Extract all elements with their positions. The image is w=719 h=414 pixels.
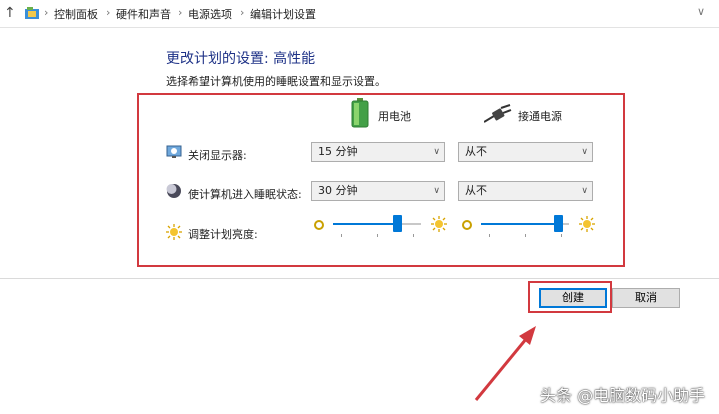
slider-fill	[333, 223, 397, 225]
plug-icon	[484, 104, 512, 123]
page-subtitle: 选择希望计算机使用的睡眠设置和显示设置。	[166, 75, 386, 88]
moon-icon	[166, 184, 181, 198]
chevron-down-icon: ∨	[433, 147, 440, 157]
create-button[interactable]: 创建	[539, 288, 607, 308]
slider-thumb[interactable]	[393, 215, 402, 232]
sun-icon	[166, 224, 182, 240]
brightness-plugged-slider[interactable]	[481, 214, 569, 240]
control-panel-icon	[25, 7, 39, 19]
sleep-label: 使计算机进入睡眠状态:	[188, 188, 302, 201]
chevron-down-icon[interactable]: ∨	[697, 5, 705, 18]
plugged-in-column-header: 接通电源	[518, 110, 562, 123]
slider-tick	[341, 234, 342, 237]
slider-tick	[561, 234, 562, 237]
breadcrumb-item[interactable]: 硬件和声音	[116, 6, 171, 22]
breadcrumb-item[interactable]: 电源选项	[188, 6, 232, 22]
sleep-plugged-select[interactable]: 从不 ∨	[458, 181, 593, 201]
breadcrumb-item[interactable]: 编辑计划设置	[250, 6, 316, 22]
chevron-icon: ›	[44, 6, 49, 19]
sun-dim-icon	[314, 220, 324, 230]
chevron-icon: ›	[240, 6, 245, 19]
sun-dim-icon	[462, 220, 472, 230]
monitor-icon	[166, 145, 182, 158]
display-off-label: 关闭显示器:	[188, 149, 247, 162]
brightness-battery-slider[interactable]	[333, 214, 421, 240]
watermark: 头条 @电脑数码小助手	[540, 386, 706, 405]
page-title: 更改计划的设置: 高性能	[166, 51, 316, 67]
slider-tick	[489, 234, 490, 237]
chevron-icon: ›	[178, 6, 183, 19]
sun-bright-icon	[579, 216, 595, 232]
select-value: 从不	[465, 145, 487, 158]
display-off-plugged-select[interactable]: 从不 ∨	[458, 142, 593, 162]
breadcrumb-item[interactable]: 控制面板	[54, 6, 98, 22]
sun-bright-icon	[431, 216, 447, 232]
divider	[0, 278, 719, 279]
slider-fill	[481, 223, 558, 225]
address-bar[interactable]: ↑ › 控制面板 › 硬件和声音 › 电源选项 › 编辑计划设置 ∨	[0, 0, 719, 28]
slider-tick	[377, 234, 378, 237]
chevron-down-icon: ∨	[433, 186, 440, 196]
chevron-down-icon: ∨	[581, 147, 588, 157]
sleep-battery-select[interactable]: 30 分钟 ∨	[311, 181, 445, 201]
cancel-button[interactable]: 取消	[612, 288, 680, 308]
slider-tick	[413, 234, 414, 237]
up-arrow-icon[interactable]: ↑	[4, 5, 16, 21]
slider-tick	[525, 234, 526, 237]
select-value: 从不	[465, 184, 487, 197]
select-value: 30 分钟	[318, 184, 358, 197]
battery-icon	[351, 98, 369, 128]
brightness-label: 调整计划亮度:	[188, 228, 258, 241]
slider-thumb[interactable]	[554, 215, 563, 232]
battery-column-header: 用电池	[378, 110, 411, 123]
chevron-icon: ›	[106, 6, 111, 19]
display-off-battery-select[interactable]: 15 分钟 ∨	[311, 142, 445, 162]
chevron-down-icon: ∨	[581, 186, 588, 196]
select-value: 15 分钟	[318, 145, 358, 158]
